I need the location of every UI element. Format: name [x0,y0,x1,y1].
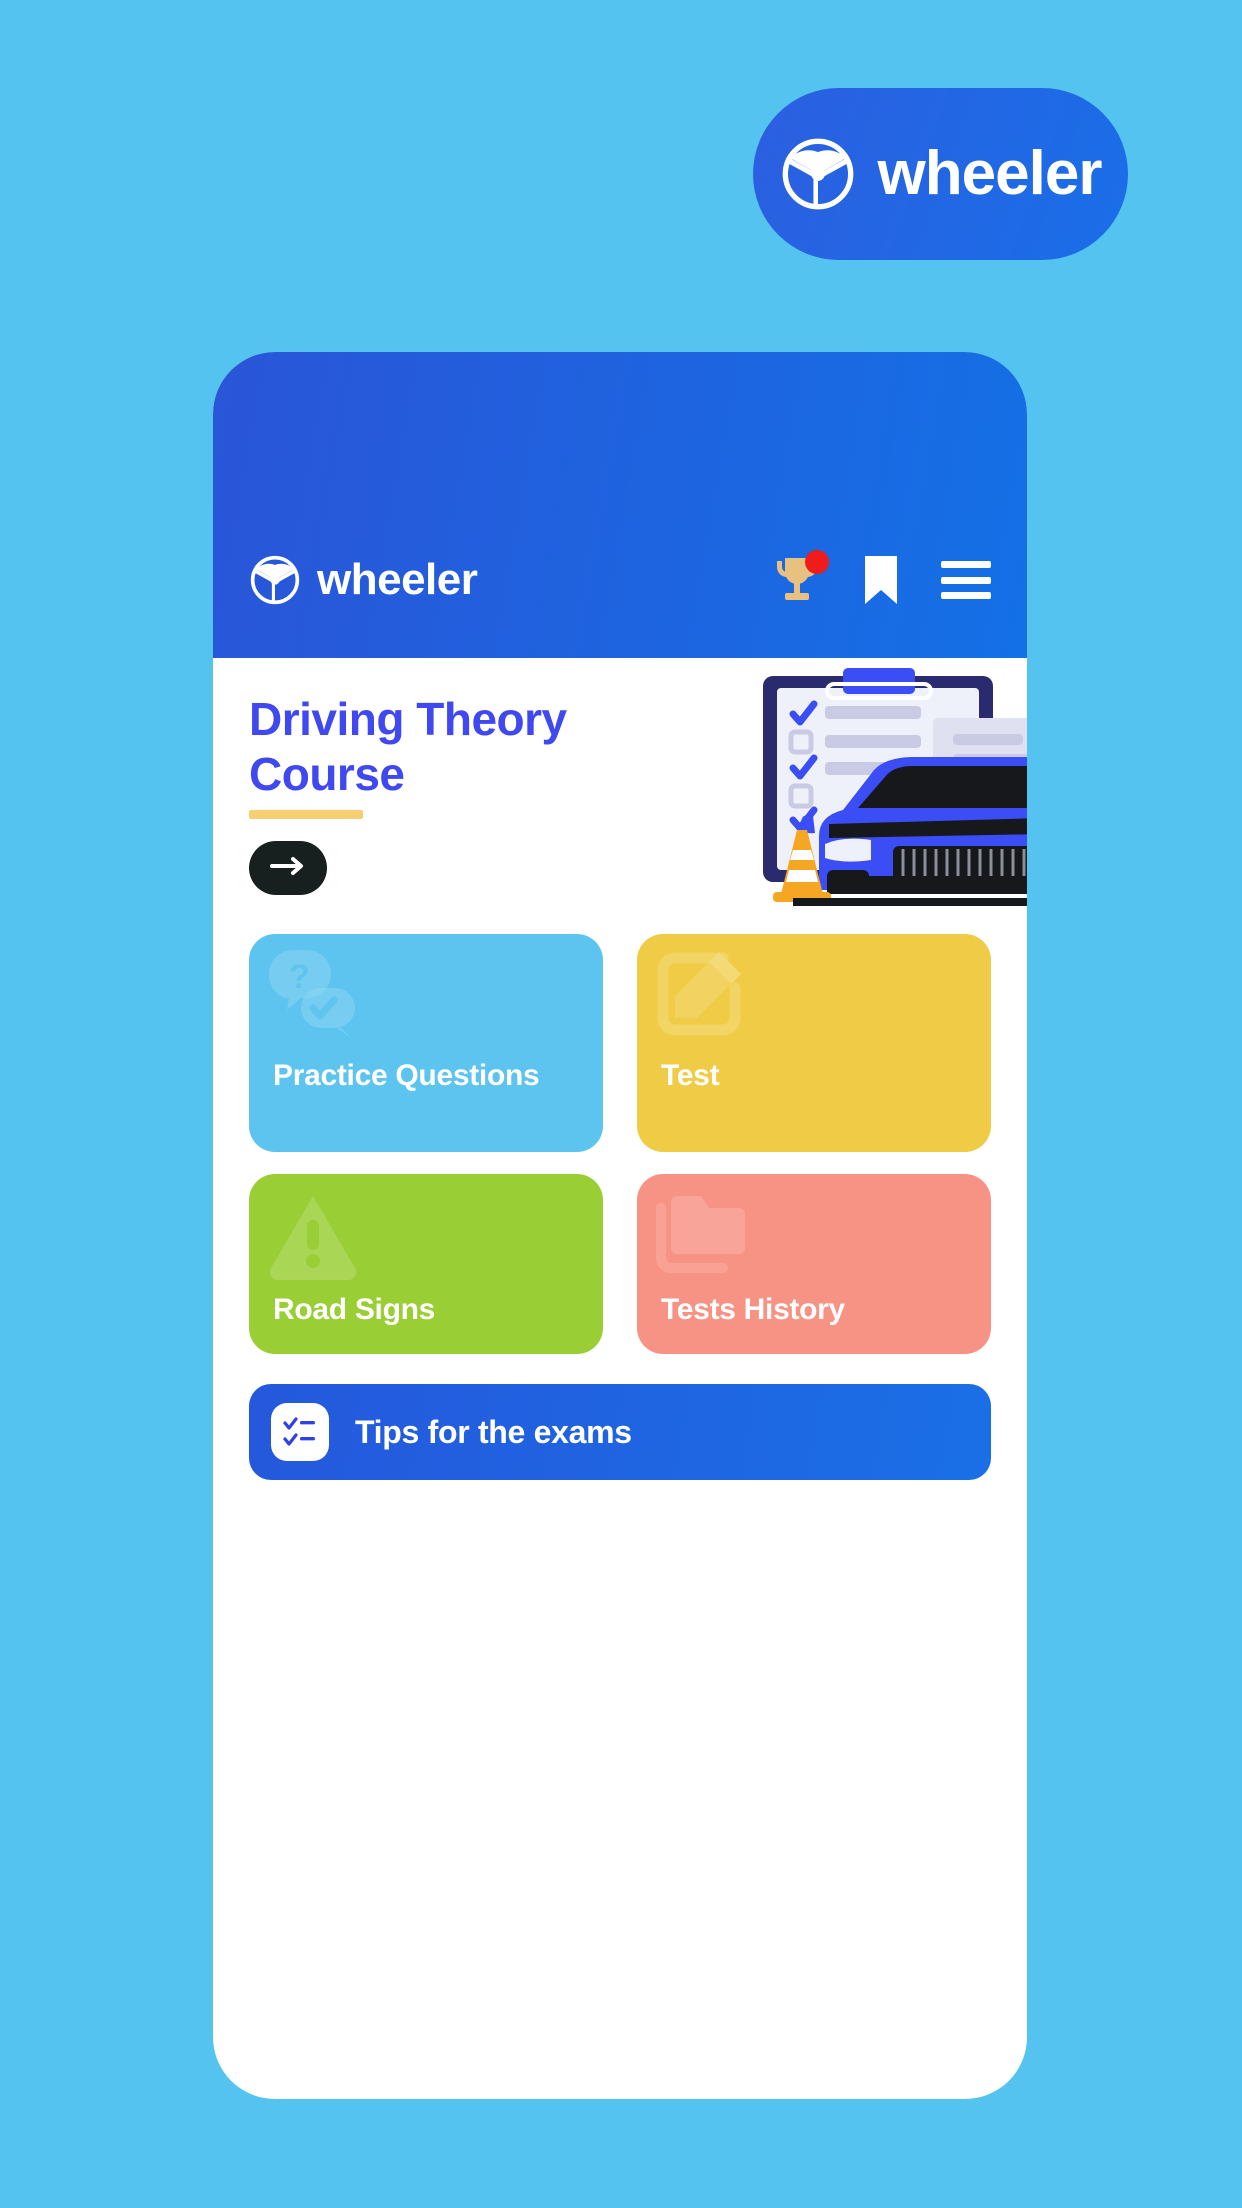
hamburger-menu-icon [941,561,991,599]
header-actions [773,550,991,606]
warning-triangle-icon [265,1186,361,1282]
steering-wheel-icon [780,136,856,212]
tips-banner[interactable]: Tips for the exams [249,1384,991,1480]
question-chat-bubbles-icon: ? [265,946,361,1042]
tile-label: Road Signs [273,1292,436,1326]
pencil-edit-square-icon [653,946,749,1042]
hero-title-line-1: Driving Theory [249,693,567,745]
svg-text:?: ? [289,958,310,996]
app-wordmark: wheeler [317,555,478,604]
brand-pill[interactable]: wheeler [753,88,1128,260]
feature-tile-grid: ? Practice Questions Test Road Signs Tes… [213,906,1027,1354]
app-header: wheeler [213,352,1027,658]
hero-title-line-2: Course [249,748,405,801]
steering-wheel-icon [249,554,301,606]
hero-title-underline [249,810,363,820]
notification-badge-dot [805,550,829,574]
phone-mockup: wheeler Driving Theory Course ? Practice… [213,352,1027,2099]
tile-road-signs[interactable]: Road Signs [249,1174,603,1354]
tile-label: Practice Questions [273,1058,540,1092]
checklist-icon [271,1403,329,1461]
hero-section: Driving Theory Course [213,658,1027,906]
arrow-right-icon [268,855,308,882]
tile-test[interactable]: Test [637,934,991,1152]
brand-wordmark: wheeler [877,139,1103,208]
hamburger-menu-button[interactable] [941,561,991,599]
hero-title: Driving Theory Course [249,692,669,802]
tile-label: Test [661,1058,720,1092]
folder-icon [653,1186,749,1282]
app-logo[interactable]: wheeler [249,554,478,606]
tile-practice-questions[interactable]: ? Practice Questions [249,934,603,1152]
hero-text-block: Driving Theory Course [249,692,669,896]
tile-label: Tests History [661,1292,845,1326]
clipboard-checklist-car-traffic-cone-illustration [715,658,1027,906]
hero-start-button[interactable] [249,841,327,896]
bookmark-icon [863,554,899,606]
tile-tests-history[interactable]: Tests History [637,1174,991,1354]
trophy-button[interactable] [773,550,829,606]
bookmark-button[interactable] [863,554,899,606]
tips-banner-label: Tips for the exams [355,1413,632,1450]
